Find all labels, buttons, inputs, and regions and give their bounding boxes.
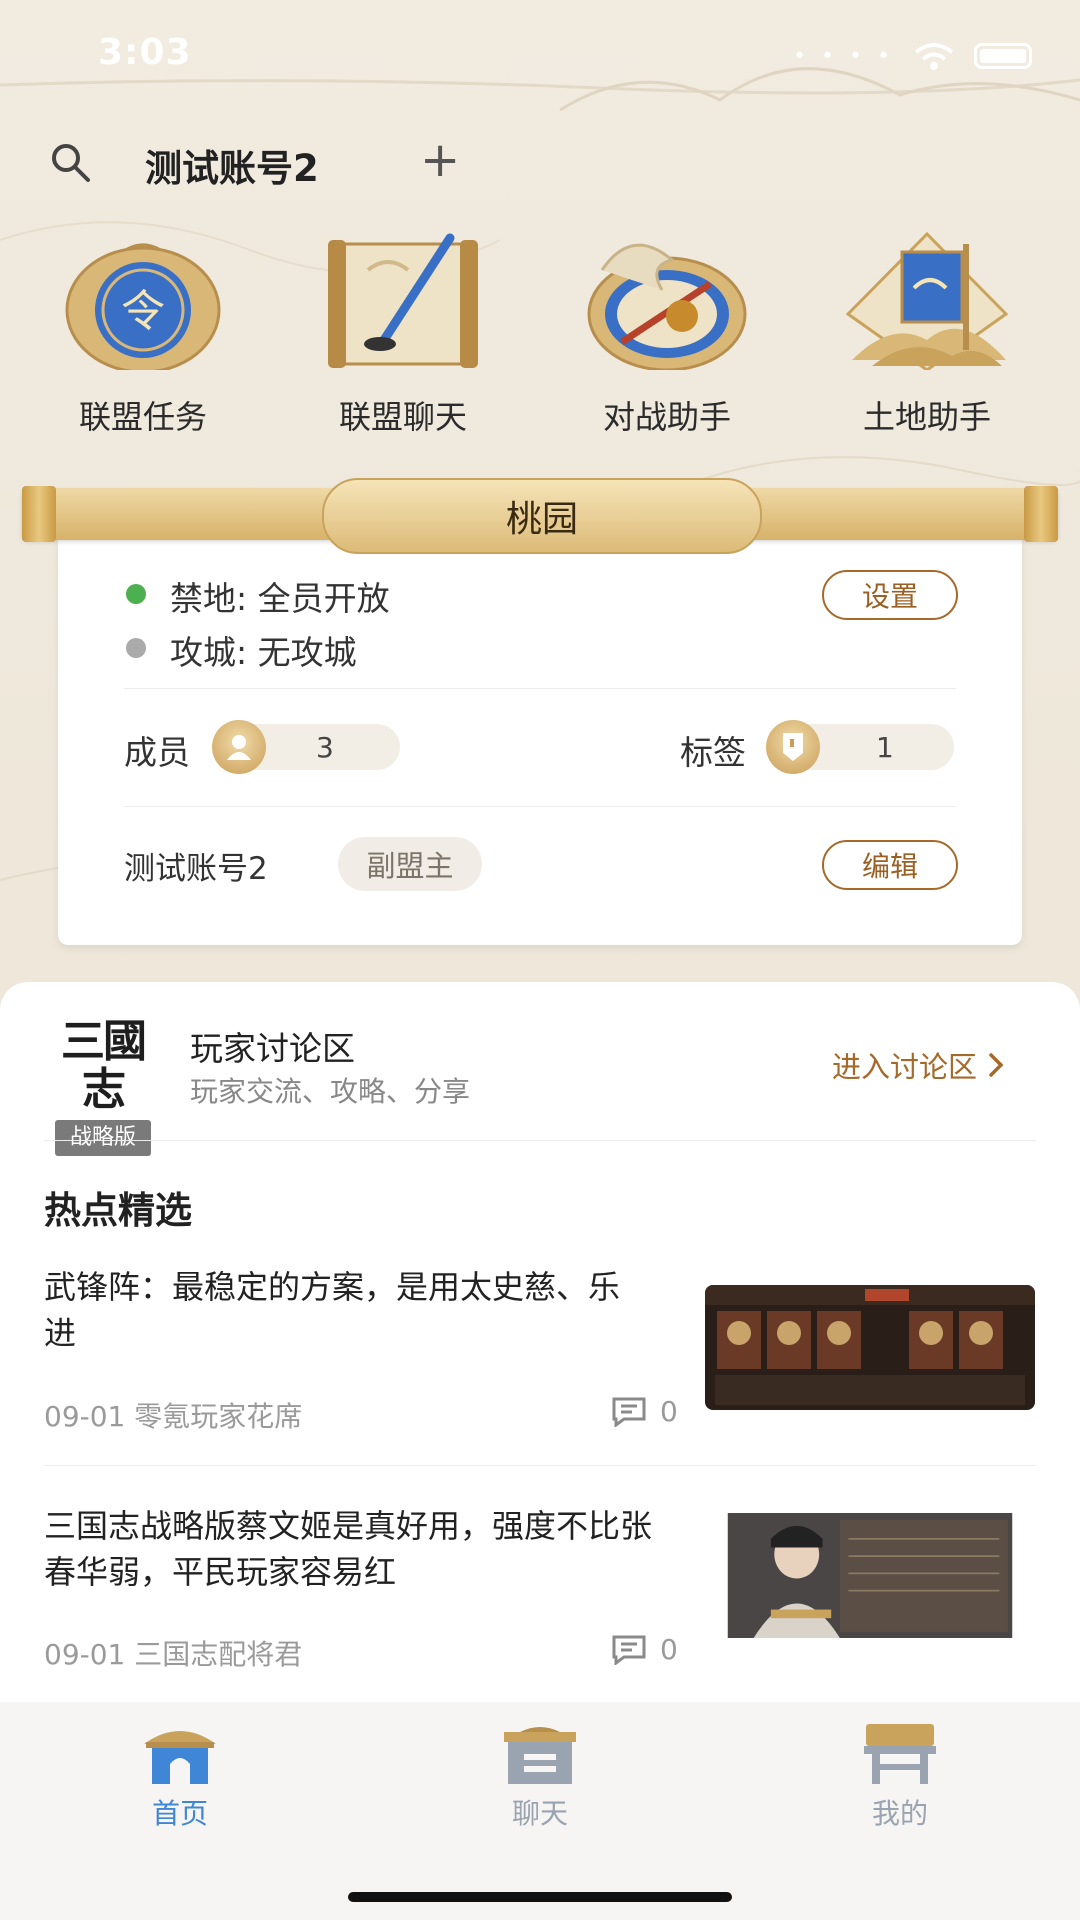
article-thumbnail[interactable] bbox=[705, 1285, 1035, 1410]
battery-icon bbox=[974, 43, 1032, 69]
home-indicator bbox=[348, 1892, 732, 1902]
wifi-icon bbox=[914, 43, 954, 70]
forbidden-value: 全员开放 bbox=[257, 579, 390, 618]
article-title[interactable]: 三国志战略版蔡文姬是真好用，强度不比张春华弱，平民玩家容易红 bbox=[44, 1503, 674, 1595]
status-time: 3:03 bbox=[98, 32, 192, 73]
article-title[interactable]: 武锋阵：最稳定的方案，是用太史慈、乐进 bbox=[44, 1264, 644, 1356]
tab-mine[interactable]: 我的 bbox=[830, 1722, 970, 1832]
siege-status: 攻城: 无攻城 bbox=[170, 626, 357, 674]
user-role-badge: 副盟主 bbox=[338, 837, 482, 891]
tab-chat[interactable]: 聊天 bbox=[470, 1722, 610, 1832]
comment-icon bbox=[612, 1397, 646, 1427]
enter-forum-label: 进入讨论区 bbox=[832, 1050, 978, 1084]
game-logo: 三國志 战略版 bbox=[44, 1016, 162, 1156]
divider bbox=[44, 1140, 1036, 1141]
feature-battle-assistant[interactable]: 对战助手 bbox=[562, 230, 772, 438]
tab-label: 首页 bbox=[151, 1797, 208, 1830]
hot-section-title: 热点精选 bbox=[44, 1189, 192, 1232]
feature-alliance-chat[interactable]: 联盟聊天 bbox=[298, 230, 508, 438]
tags-count: 1 bbox=[876, 730, 894, 764]
edit-button[interactable]: 编辑 bbox=[822, 840, 958, 890]
profile-desk-icon bbox=[864, 1724, 936, 1784]
divider bbox=[124, 806, 956, 807]
chevron-right-icon bbox=[989, 1053, 1004, 1077]
feature-alliance-task[interactable]: 令 联盟任务 bbox=[38, 230, 248, 438]
article-meta: 09-01 零氪玩家花席 bbox=[44, 1400, 303, 1433]
siege-status-dot bbox=[126, 638, 146, 658]
signal-icon: • • • • bbox=[793, 43, 894, 69]
tags-label: 标签 bbox=[680, 733, 746, 772]
forbidden-label: 禁地: bbox=[170, 579, 248, 618]
forbidden-status-dot bbox=[126, 584, 146, 604]
comment-icon bbox=[612, 1635, 646, 1665]
tab-label: 聊天 bbox=[511, 1797, 568, 1830]
forbidden-status: 禁地: 全员开放 bbox=[170, 572, 390, 620]
logo-subtitle: 战略版 bbox=[55, 1120, 151, 1156]
add-icon[interactable]: + bbox=[420, 136, 460, 184]
land-assistant-icon bbox=[845, 231, 1009, 372]
scroll-end-right bbox=[1024, 486, 1058, 542]
divider bbox=[44, 1465, 1036, 1466]
article-thumbnail[interactable] bbox=[705, 1513, 1035, 1638]
siege-value: 无攻城 bbox=[257, 633, 357, 672]
forum-subtitle: 玩家交流、攻略、分享 bbox=[190, 1075, 471, 1108]
enter-forum-link[interactable]: 进入讨论区 bbox=[832, 1044, 1005, 1086]
battle-assistant-icon bbox=[587, 243, 747, 372]
scroll-end-left bbox=[22, 486, 56, 542]
tags-count-pill[interactable]: 1 bbox=[766, 720, 954, 774]
chat-box-icon bbox=[504, 1727, 576, 1784]
status-icons: • • • • bbox=[793, 40, 1032, 72]
feature-label: 联盟聊天 bbox=[338, 398, 467, 436]
tab-label: 我的 bbox=[871, 1797, 928, 1830]
user-name: 测试账号2 bbox=[124, 851, 268, 887]
comment-count: 0 bbox=[660, 1395, 678, 1428]
home-pavilion-icon bbox=[144, 1731, 216, 1784]
tab-home[interactable]: 首页 bbox=[110, 1722, 250, 1832]
alliance-name: 桃园 bbox=[322, 478, 762, 554]
article-comments: 0 bbox=[612, 1633, 678, 1666]
tag-icon bbox=[766, 720, 820, 774]
forum-title: 玩家讨论区 bbox=[190, 1029, 355, 1068]
alliance-chat-icon bbox=[328, 233, 478, 368]
feature-label: 联盟任务 bbox=[78, 398, 207, 436]
status-bar: 3:03 • • • • bbox=[0, 0, 1080, 110]
settings-button[interactable]: 设置 bbox=[822, 570, 958, 620]
account-name[interactable]: 测试账号2 bbox=[145, 138, 319, 192]
logo-title: 三國志 bbox=[61, 1016, 147, 1115]
feature-land-assistant[interactable]: 土地助手 bbox=[822, 230, 1032, 438]
article-comments: 0 bbox=[612, 1395, 678, 1428]
comment-count: 0 bbox=[660, 1633, 678, 1666]
members-count: 3 bbox=[316, 730, 334, 764]
members-label: 成员 bbox=[124, 733, 190, 772]
svg-text:令: 令 bbox=[121, 286, 165, 337]
members-count-pill[interactable]: 3 bbox=[212, 720, 400, 774]
divider bbox=[124, 688, 956, 689]
search-icon[interactable] bbox=[48, 140, 92, 184]
alliance-task-icon: 令 bbox=[65, 243, 221, 374]
feature-label: 土地助手 bbox=[862, 398, 991, 436]
article-meta: 09-01 三国志配将君 bbox=[44, 1638, 303, 1671]
feature-label: 对战助手 bbox=[602, 398, 731, 436]
siege-label: 攻城: bbox=[170, 633, 248, 672]
member-avatar-icon bbox=[212, 720, 266, 774]
